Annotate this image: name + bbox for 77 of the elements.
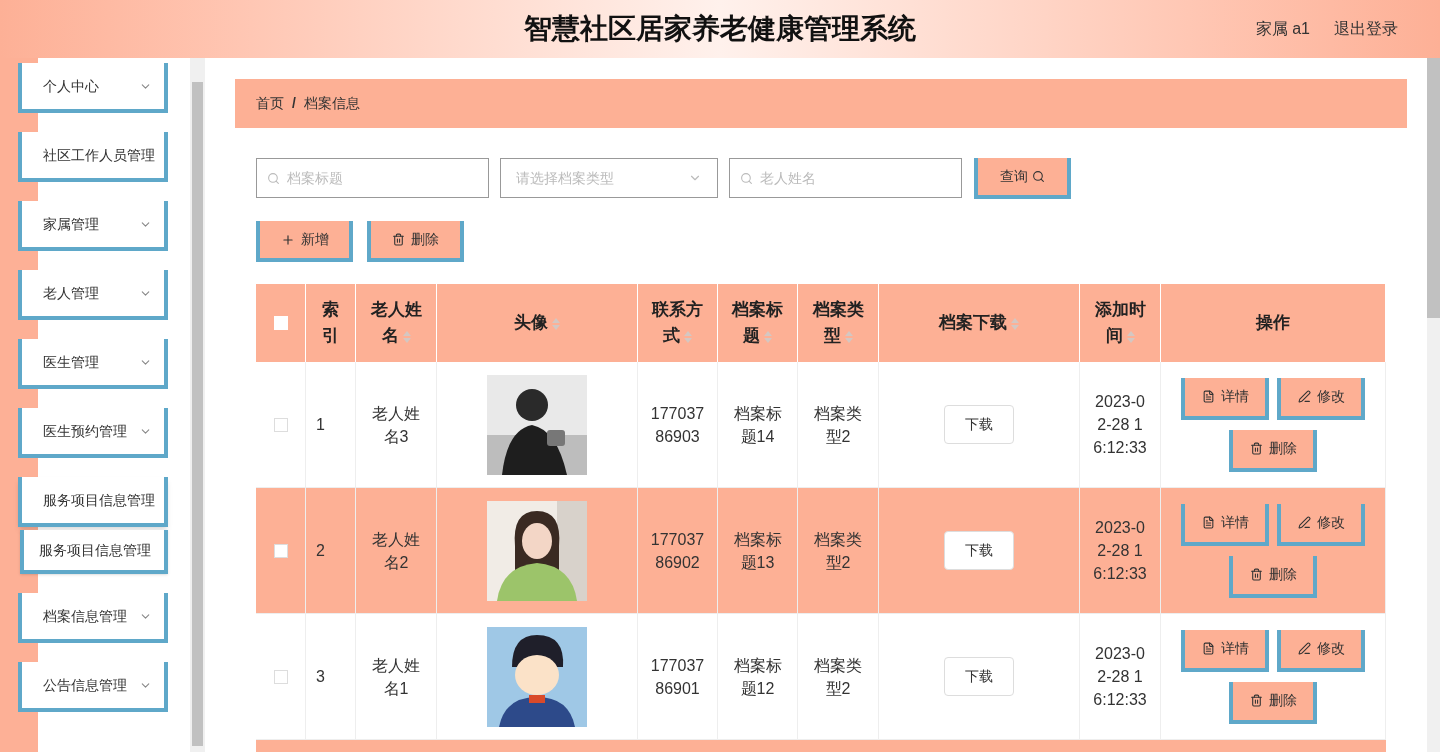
checkbox[interactable] [273, 417, 288, 432]
logout-link[interactable]: 退出登录 [1334, 17, 1398, 41]
table-cell-text: 档案类型2 [813, 529, 863, 573]
submenu-item[interactable]: 服务项目信息管理 [20, 530, 168, 574]
detail-button[interactable]: 详情 [1181, 503, 1269, 546]
document-icon [1201, 642, 1215, 655]
plus-icon [280, 232, 295, 247]
sort-icon[interactable] [402, 330, 411, 343]
menu-item[interactable]: 社区工作人员管理 [18, 132, 168, 182]
table-cell-text: 2 [316, 541, 325, 561]
download-button[interactable]: 下载 [944, 405, 1014, 444]
search-icon [267, 172, 280, 185]
menu-item[interactable]: 个人中心 [18, 63, 168, 113]
menu-item[interactable]: 公告信息管理 [18, 662, 168, 712]
table-cell-text: 2023-02-28 16:12:33 [1093, 392, 1147, 458]
sort-icon[interactable] [684, 330, 692, 343]
sidebar-scrollbar[interactable] [190, 58, 205, 752]
search-icon [740, 172, 753, 185]
checkbox[interactable] [273, 669, 288, 684]
table-cell-text: 老人姓名2 [371, 529, 421, 573]
document-icon [1201, 516, 1215, 529]
pencil-icon [1297, 390, 1311, 403]
table-cell-text: 老人姓名3 [371, 403, 421, 447]
table-cell-text: 17703786902 [649, 529, 706, 573]
breadcrumb-link[interactable]: 首页 [256, 93, 284, 114]
sort-icon[interactable] [552, 317, 560, 330]
table-cell-text: 档案类型2 [813, 655, 863, 699]
edit-button[interactable]: 修改 [1277, 503, 1365, 546]
delete-button[interactable]: 删除 [367, 221, 464, 262]
pencil-icon [1297, 516, 1311, 529]
menu-item[interactable]: 服务项目信息管理 [18, 477, 168, 527]
trash-icon [1249, 442, 1263, 455]
table-cell-text: 1 [316, 415, 325, 435]
sort-icon[interactable] [844, 330, 853, 343]
download-button[interactable]: 下载 [944, 531, 1014, 570]
breadcrumb-current: 档案信息 [303, 94, 360, 113]
table-cell-text: 老人姓名1 [371, 655, 421, 699]
trash-icon [1249, 694, 1263, 707]
table-cell-text: 档案类型2 [813, 403, 863, 447]
table-cell-text: 17703786903 [649, 403, 706, 447]
detail-button[interactable]: 详情 [1181, 377, 1269, 420]
table-cell-text: 17703786901 [649, 655, 706, 699]
table-cell-text: 2023-02-28 16:12:33 [1093, 644, 1147, 710]
document-icon [1201, 390, 1215, 403]
breadcrumb-separator: / [292, 94, 296, 113]
menu-item[interactable]: 档案信息管理 [18, 593, 168, 643]
user-name: 家属 a1 [1255, 19, 1310, 39]
search-button[interactable]: 查询 [974, 158, 1071, 199]
trash-icon [392, 233, 405, 246]
pencil-icon [1297, 642, 1311, 655]
download-button[interactable]: 下载 [944, 657, 1014, 696]
sort-icon[interactable] [764, 330, 772, 343]
edit-button[interactable]: 修改 [1277, 629, 1365, 672]
sort-icon[interactable] [1126, 330, 1135, 343]
sort-icon[interactable] [1011, 317, 1019, 330]
menu-item[interactable]: 老人管理 [18, 270, 168, 320]
menu-item[interactable]: 医生预约管理 [18, 408, 168, 458]
menu-item[interactable]: 家属管理 [18, 201, 168, 251]
table-cell-text: 档案标题14 [732, 403, 783, 447]
delete-button[interactable]: 删除 [1229, 429, 1317, 472]
edit-button[interactable]: 修改 [1277, 377, 1365, 420]
detail-button[interactable]: 详情 [1181, 629, 1269, 672]
table-cell-text: 档案标题12 [732, 655, 783, 699]
delete-button[interactable]: 删除 [1229, 555, 1317, 598]
page-scrollbar[interactable] [1427, 58, 1440, 752]
search-field[interactable]: 档案标题 [256, 158, 489, 198]
app-title: 智慧社区居家养老健康管理系统 [524, 12, 916, 46]
table-cell-text: 3 [316, 667, 325, 687]
checkbox[interactable] [273, 543, 288, 558]
table-cell-text: 2023-02-28 16:12:33 [1093, 518, 1147, 584]
add-button[interactable]: 新增 [256, 221, 353, 262]
search-field[interactable]: 老人姓名 [729, 158, 962, 198]
table-cell-text: 档案标题13 [732, 529, 783, 573]
trash-icon [1249, 568, 1263, 581]
delete-button[interactable]: 删除 [1229, 681, 1317, 724]
menu-item[interactable]: 医生管理 [18, 339, 168, 389]
search-icon [1032, 170, 1045, 183]
